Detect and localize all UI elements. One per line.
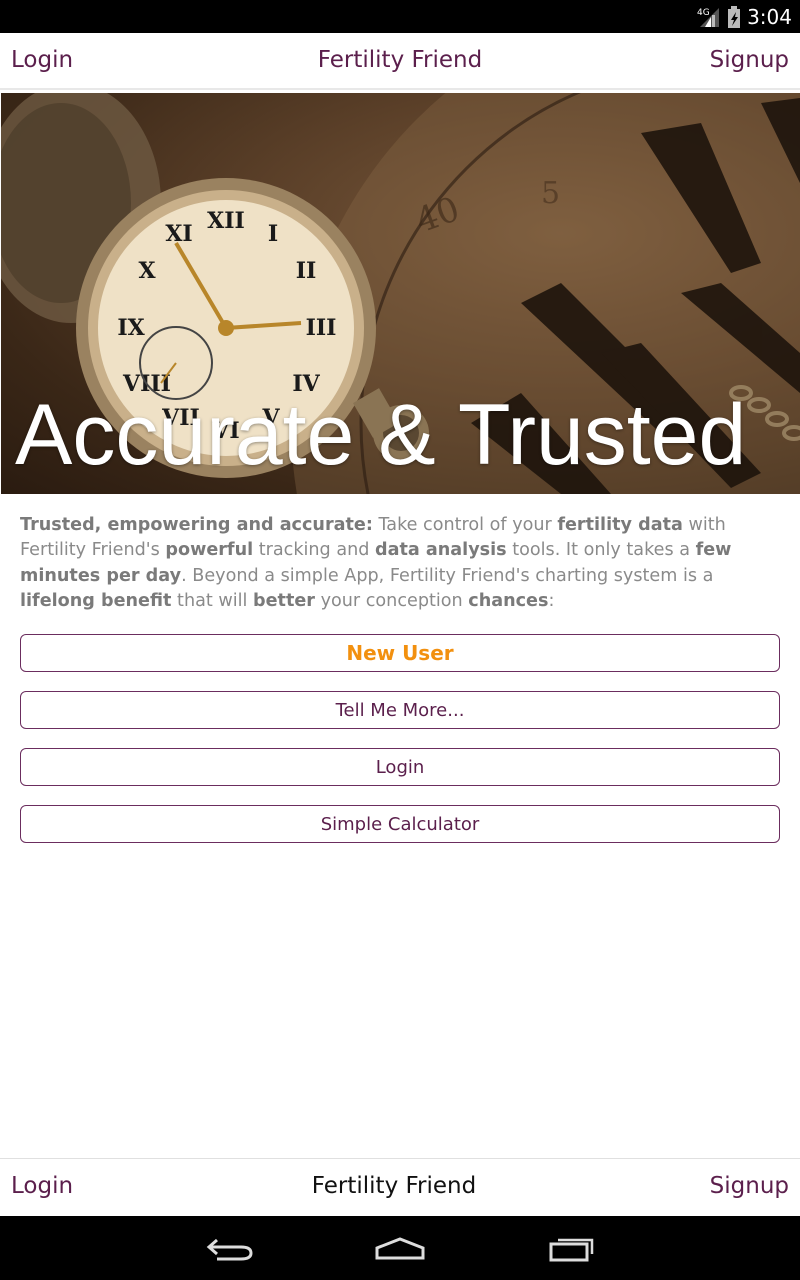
svg-text:XI: XI (165, 221, 192, 247)
description-segment: data analysis (375, 540, 507, 561)
home-icon[interactable] (374, 1236, 426, 1262)
recent-apps-icon[interactable] (548, 1236, 596, 1262)
svg-text:4G: 4G (697, 8, 710, 18)
description-segment: powerful (165, 540, 254, 561)
top-nav: Login Fertility Friend Signup (0, 33, 800, 90)
svg-text:II: II (296, 258, 317, 284)
svg-text:III: III (306, 315, 337, 341)
description-segment: fertility data (557, 515, 683, 535)
bottom-nav-title: Fertility Friend (311, 1173, 477, 1199)
status-bar: 4G 3:04 (0, 0, 800, 33)
description-segment: tracking and (253, 540, 376, 561)
description-segment: better (253, 590, 315, 611)
description-segment: lifelong benefit (20, 590, 172, 611)
login-button[interactable]: Login (20, 748, 780, 786)
new-user-button[interactable]: New User (20, 634, 780, 672)
top-nav-title: Fertility Friend (317, 47, 483, 73)
svg-text:X: X (138, 258, 156, 284)
status-time: 3:04 (747, 5, 792, 29)
tell-me-more-button[interactable]: Tell Me More... (20, 691, 780, 729)
system-navigation-bar (0, 1216, 800, 1280)
battery-icon (728, 6, 741, 28)
bottom-signup-link[interactable]: Signup (710, 1173, 789, 1199)
bottom-nav: Login Fertility Friend Signup (0, 1158, 800, 1215)
hero-banner: 40 5 XII III VI IX I II IV V VII VIII X (1, 93, 800, 494)
description-segment: your conception (314, 590, 469, 611)
description-segment: that will (171, 590, 254, 611)
signal-icon: 4G (697, 8, 720, 27)
hero-title: Accurate & Trusted (15, 387, 747, 483)
description-segment: chances (468, 590, 549, 611)
svg-text:5: 5 (541, 176, 560, 211)
top-signup-link[interactable]: Signup (710, 47, 789, 73)
status-icons: 4G 3:04 (697, 5, 792, 29)
simple-calculator-button[interactable]: Simple Calculator (20, 805, 780, 843)
back-icon[interactable] (205, 1236, 255, 1262)
svg-text:I: I (268, 221, 278, 247)
description-segment: Trusted, empowering and accurate: (20, 515, 373, 535)
description-segment: : (548, 590, 555, 611)
intro-description: Trusted, empowering and accurate: Take c… (20, 513, 785, 614)
description-segment: Take control of your (372, 515, 558, 535)
svg-text:IX: IX (117, 315, 145, 341)
description-segment: . Beyond a simple App, Fertility Friend'… (181, 565, 714, 586)
description-segment: tools. It only takes a (506, 540, 696, 561)
svg-text:XII: XII (207, 208, 245, 234)
